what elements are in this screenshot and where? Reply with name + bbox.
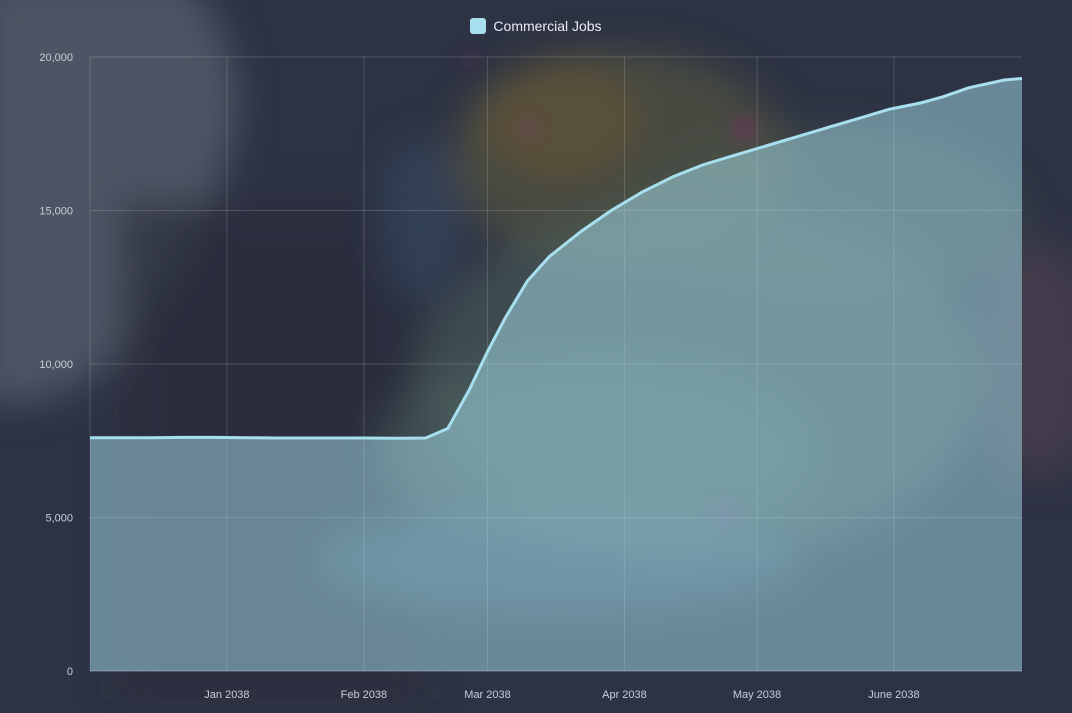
data-point[interactable] xyxy=(180,434,186,440)
y-tick-label: 10,000 xyxy=(39,359,73,371)
legend[interactable]: Commercial Jobs xyxy=(0,18,1072,34)
y-tick-label: 20,000 xyxy=(39,52,73,64)
data-point[interactable] xyxy=(966,85,972,91)
y-tick-label: 5,000 xyxy=(45,513,73,525)
data-point[interactable] xyxy=(242,435,248,441)
data-point[interactable] xyxy=(502,315,508,321)
x-tick-label: Jan 2038 xyxy=(204,689,249,701)
x-tick-label: June 2038 xyxy=(868,689,919,701)
y-tick-label: 0 xyxy=(67,666,73,678)
data-point[interactable] xyxy=(546,254,552,260)
data-point[interactable] xyxy=(87,435,93,441)
data-point[interactable] xyxy=(273,435,279,441)
data-point[interactable] xyxy=(445,425,451,431)
data-point[interactable] xyxy=(577,229,583,235)
data-point[interactable] xyxy=(1019,75,1025,81)
data-point[interactable] xyxy=(334,435,340,441)
data-point[interactable] xyxy=(149,435,155,441)
data-point[interactable] xyxy=(732,152,738,158)
data-point[interactable] xyxy=(856,115,862,121)
data-point[interactable] xyxy=(701,161,707,167)
data-point[interactable] xyxy=(467,386,473,392)
data-point[interactable] xyxy=(118,435,124,441)
data-point[interactable] xyxy=(886,106,892,112)
series-area-commercial-jobs[interactable] xyxy=(90,78,1022,672)
y-tick-label: 15,000 xyxy=(39,206,73,218)
data-point[interactable] xyxy=(1001,77,1007,83)
data-point[interactable] xyxy=(917,100,923,106)
data-point[interactable] xyxy=(365,435,371,441)
data-point[interactable] xyxy=(423,435,429,441)
legend-swatch-commercial-jobs[interactable] xyxy=(470,18,487,34)
data-point[interactable] xyxy=(763,143,769,149)
data-point[interactable] xyxy=(639,189,645,195)
data-point[interactable] xyxy=(485,349,491,355)
data-point[interactable] xyxy=(939,94,945,100)
x-tick-label: Mar 2038 xyxy=(464,689,510,701)
data-point[interactable] xyxy=(211,434,217,440)
data-point[interactable] xyxy=(794,134,800,140)
data-point[interactable] xyxy=(396,435,402,441)
x-tick-label: Apr 2038 xyxy=(602,689,647,701)
area-chart: 0 5,000 10,000 15,000 20,000 Jan 2038 Feb 203… xyxy=(39,52,1025,701)
data-point[interactable] xyxy=(608,208,614,214)
x-axis: Jan 2038 Feb 2038 Mar 2038 Apr 2038 May 2038… xyxy=(204,689,919,701)
data-point[interactable] xyxy=(670,174,676,180)
y-axis: 0 5,000 10,000 15,000 20,000 xyxy=(39,52,73,678)
legend-label-commercial-jobs[interactable]: Commercial Jobs xyxy=(493,18,601,34)
chart-panel: 0 5,000 10,000 15,000 20,000 Jan 2038 Feb 203… xyxy=(0,0,1072,713)
data-point[interactable] xyxy=(303,435,309,441)
x-tick-label: Feb 2038 xyxy=(341,689,387,701)
series-area-layer xyxy=(87,75,1025,672)
data-point[interactable] xyxy=(524,278,530,284)
x-tick-label: May 2038 xyxy=(733,689,781,701)
data-point[interactable] xyxy=(825,125,831,131)
